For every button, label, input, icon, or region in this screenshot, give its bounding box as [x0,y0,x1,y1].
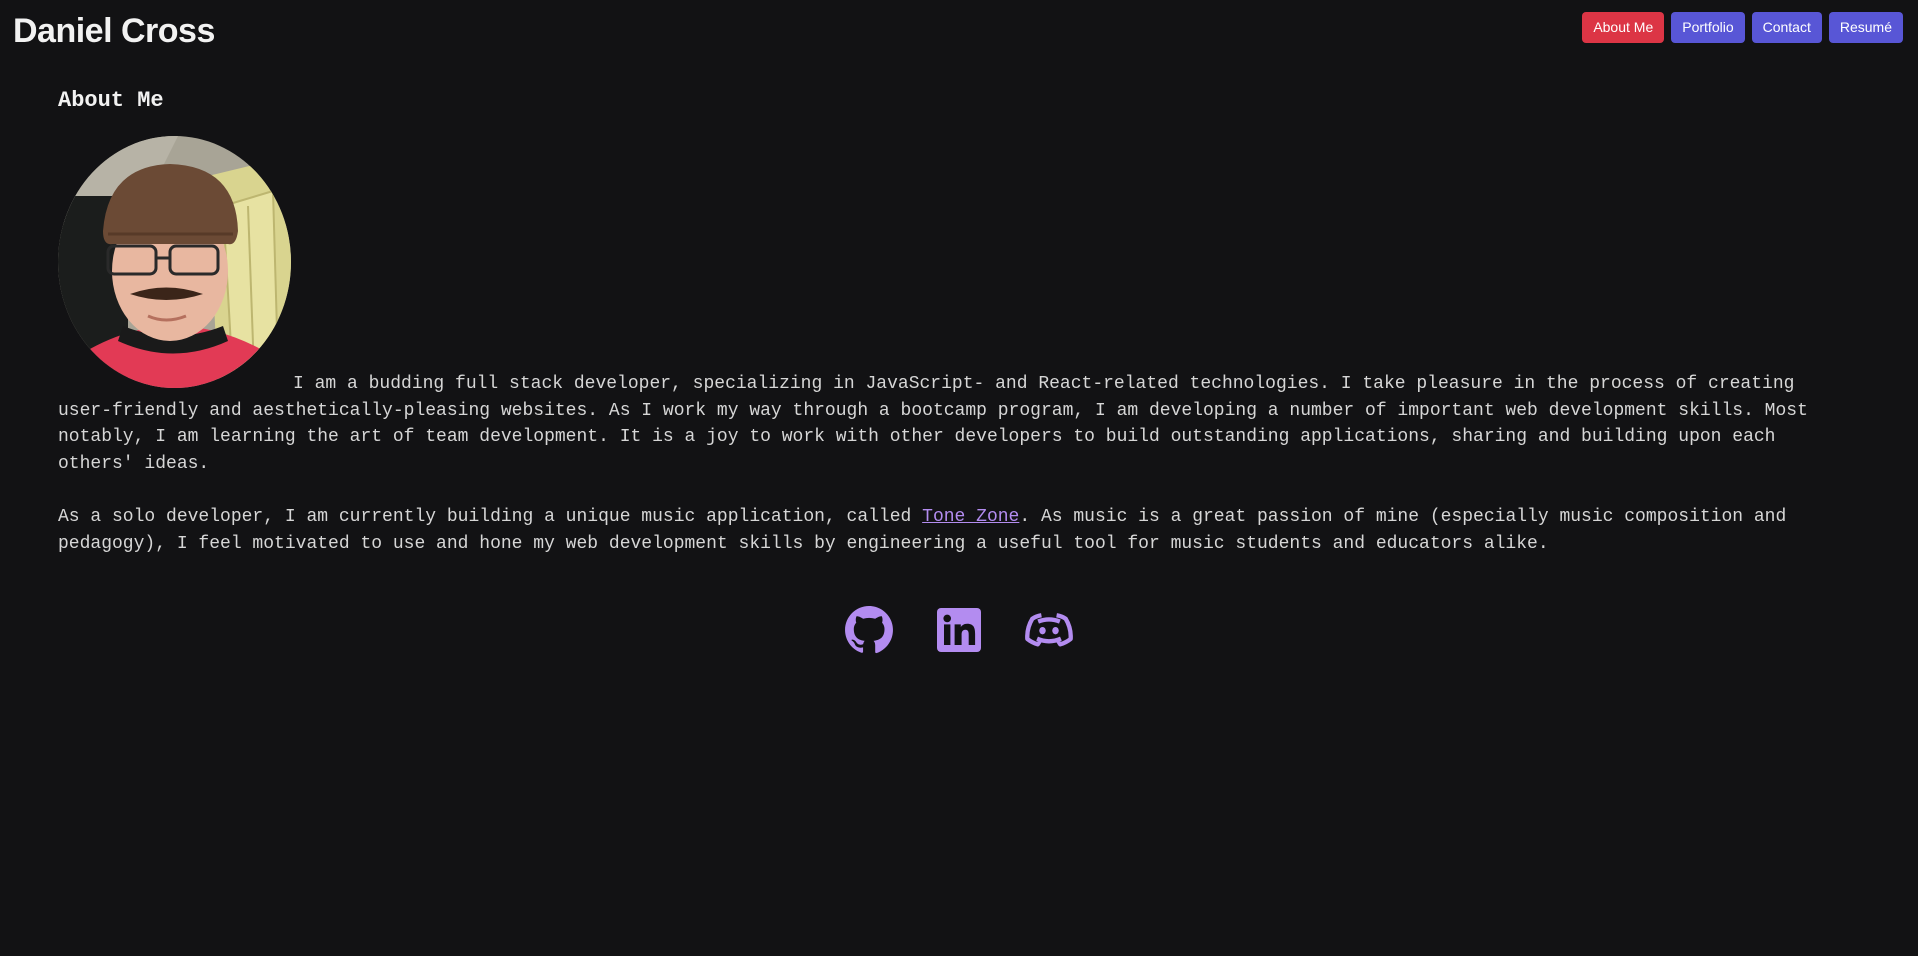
github-link[interactable] [844,605,894,660]
about-paragraph-2-start: As a solo developer, I am currently buil… [58,506,923,527]
about-paragraph-1-text: I am a budding full stack developer, spe… [58,374,1808,475]
nav-resume-button[interactable]: Resumé [1828,12,1903,43]
discord-link[interactable] [1024,607,1074,657]
profile-photo [58,136,291,388]
nav-about-me-button[interactable]: About Me [1582,12,1665,43]
site-title: Daniel Cross [13,12,215,50]
social-links [0,605,1918,660]
github-icon [844,605,894,660]
nav-portfolio-button[interactable]: Portfolio [1671,12,1745,43]
linkedin-icon [935,606,983,659]
nav-contact-button[interactable]: Contact [1751,12,1822,43]
about-paragraph-2: As a solo developer, I am currently buil… [58,504,1848,557]
main-nav: About Me Portfolio Contact Resumé [1582,12,1903,43]
discord-icon [1023,604,1075,661]
linkedin-link[interactable] [934,607,984,657]
page-title: About Me [58,88,164,113]
about-section: I am a budding full stack developer, spe… [58,136,1848,557]
site-header: Daniel Cross About Me Portfolio Contact … [0,0,1918,60]
about-paragraph-1: I am a budding full stack developer, spe… [58,136,1848,478]
tone-zone-link[interactable]: Tone Zone [922,507,1019,527]
